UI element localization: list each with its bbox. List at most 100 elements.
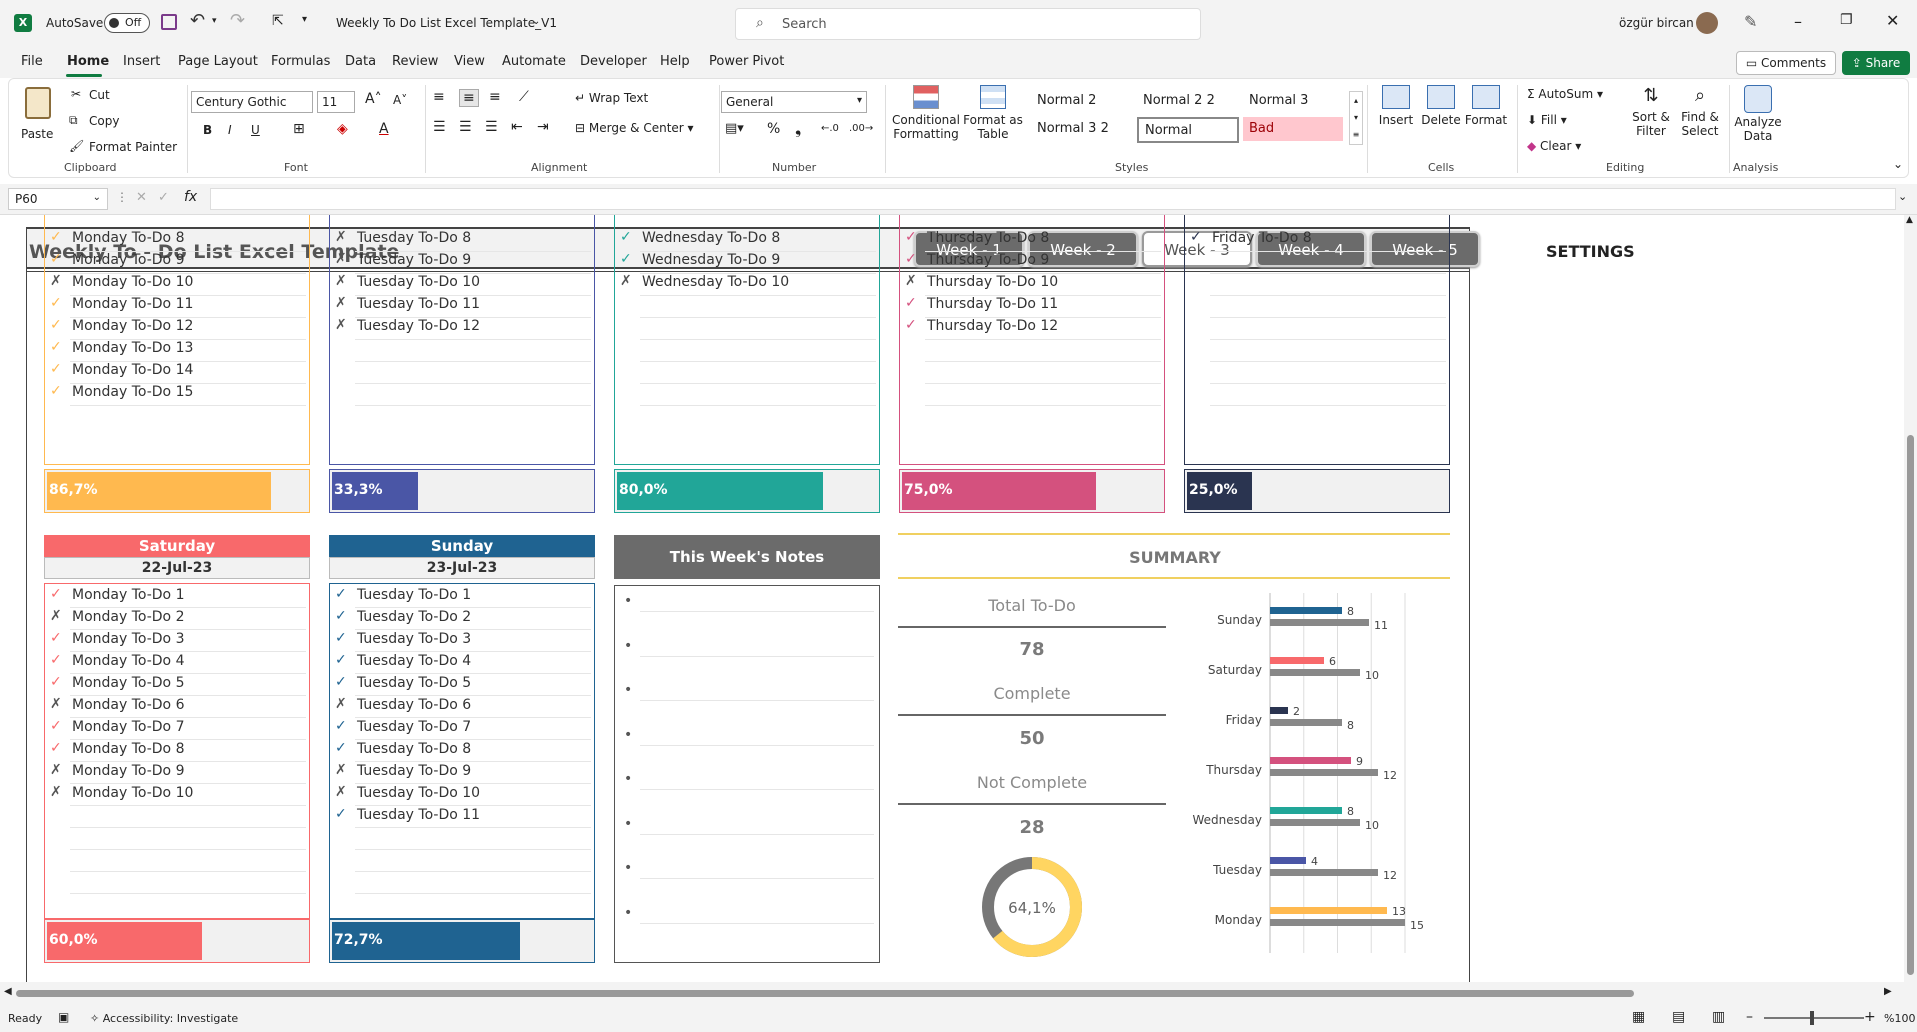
accessibility-button[interactable]: ✧ Accessibility: Investigate (90, 1012, 238, 1025)
normal-view-icon[interactable]: ▦ (1632, 1009, 1645, 1025)
check-icon[interactable]: ✓ (335, 630, 347, 646)
wrap-text-button[interactable]: ↵ Wrap Text (575, 91, 648, 105)
sunday-todo-item[interactable]: Tuesday To-Do 5 (357, 675, 471, 691)
cross-icon[interactable]: ✗ (335, 696, 347, 712)
orientation-icon[interactable]: ⟋ (519, 89, 529, 105)
style-normal[interactable]: Normal (1137, 117, 1239, 143)
macro-record-icon[interactable]: ▣ (58, 1010, 69, 1024)
menu-formulas[interactable]: Formulas (271, 54, 330, 69)
check-icon[interactable]: ✓ (50, 630, 62, 646)
cancel-icon[interactable]: ✕ (136, 190, 147, 205)
decrease-indent-icon[interactable]: ⇤ (511, 119, 523, 135)
autosum-button[interactable]: Σ AutoSum ▾ (1527, 87, 1603, 101)
share-button[interactable]: ⇪ Share (1842, 51, 1910, 75)
cross-icon[interactable]: ✗ (335, 229, 347, 245)
expand-formula-icon[interactable]: ⌄ (1898, 190, 1907, 203)
number-format-select[interactable]: General ▾ (721, 91, 867, 113)
zoom-slider[interactable] (1764, 1011, 1864, 1025)
bold-icon[interactable]: B (203, 123, 212, 137)
menu-view[interactable]: View (454, 54, 485, 69)
saturday-todo-item[interactable]: Monday To-Do 8 (72, 741, 184, 757)
cross-icon[interactable]: ✗ (50, 273, 62, 289)
cross-icon[interactable]: ✗ (50, 608, 62, 624)
sunday-todo-item[interactable]: Tuesday To-Do 8 (357, 741, 471, 757)
style-normal-2[interactable]: Normal 2 (1029, 89, 1131, 113)
saturday-todo-item[interactable]: Monday To-Do 6 (72, 697, 184, 713)
scroll-left-icon[interactable]: ◀ (4, 986, 12, 997)
search-box[interactable]: ⌕ Search (735, 8, 1201, 40)
saturday-todo-item[interactable]: Monday To-Do 2 (72, 609, 184, 625)
tuesday-todo-item[interactable]: Tuesday To-Do 9 (357, 252, 471, 268)
thursday-todo-item[interactable]: Thursday To-Do 12 (927, 318, 1058, 334)
undo-icon[interactable]: ↶ (190, 10, 205, 31)
friday-todo-item[interactable]: Friday To-Do 8 (1212, 230, 1312, 246)
style-normal-3-2[interactable]: Normal 3 2 (1029, 117, 1131, 141)
monday-todo-item[interactable]: Monday To-Do 14 (72, 362, 193, 378)
collapse-ribbon-icon[interactable]: ⌄ (1893, 157, 1903, 171)
italic-icon[interactable]: I (228, 123, 232, 137)
merge-center-button[interactable]: ⊟ Merge & Center ▾ (575, 121, 694, 135)
insert-cells-button[interactable]: Insert (1375, 85, 1417, 155)
pen-icon[interactable]: ✎ (1744, 12, 1757, 31)
wednesday-todo-item[interactable]: Wednesday To-Do 8 (642, 230, 780, 246)
cross-icon[interactable]: ✗ (620, 273, 632, 289)
save-icon[interactable] (161, 14, 177, 30)
cross-icon[interactable]: ✗ (335, 784, 347, 800)
wednesday-todo-item[interactable]: Wednesday To-Do 9 (642, 252, 780, 268)
sunday-todo-item[interactable]: Tuesday To-Do 11 (357, 807, 480, 823)
page-break-view-icon[interactable]: ▥ (1712, 1009, 1725, 1025)
pointer-icon[interactable]: ⇱ (272, 13, 284, 29)
comma-icon[interactable]: ❟ (795, 119, 801, 139)
align-top-icon[interactable]: ≡ (433, 89, 445, 105)
vertical-scroll-thumb[interactable] (1907, 435, 1914, 975)
insert-function-icon[interactable]: fx (184, 189, 197, 205)
paste-button[interactable]: Paste (19, 85, 59, 155)
saturday-todo-item[interactable]: Monday To-Do 3 (72, 631, 184, 647)
sort-filter-button[interactable]: ⇅ Sort & Filter (1627, 85, 1675, 155)
cross-icon[interactable]: ✗ (50, 784, 62, 800)
check-icon[interactable]: ✓ (905, 229, 917, 245)
menu-developer[interactable]: Developer (580, 54, 647, 69)
menu-home[interactable]: Home (67, 54, 109, 69)
find-select-button[interactable]: ⌕ Find & Select (1675, 85, 1725, 155)
cross-icon[interactable]: ✗ (335, 273, 347, 289)
friday-todo-panel[interactable] (1184, 215, 1450, 465)
styles-scroll[interactable]: ▴ ▾ ≡ (1349, 91, 1363, 145)
check-icon[interactable]: ✓ (50, 383, 62, 399)
align-left-icon[interactable]: ☰ (433, 119, 446, 135)
cross-icon[interactable]: ✗ (335, 251, 347, 267)
scroll-right-icon[interactable]: ▶ (1884, 986, 1892, 997)
fill-button[interactable]: ⬇ Fill ▾ (1527, 113, 1567, 127)
check-icon[interactable]: ✓ (1190, 229, 1202, 245)
underline-icon[interactable]: U (251, 123, 260, 137)
align-middle-icon[interactable]: ≡ (459, 89, 479, 107)
align-center-icon[interactable]: ☰ (459, 119, 472, 135)
saturday-todo-item[interactable]: Monday To-Do 7 (72, 719, 184, 735)
check-icon[interactable]: ✓ (335, 652, 347, 668)
check-icon[interactable]: ✓ (50, 317, 62, 333)
menu-help[interactable]: Help (660, 54, 690, 69)
enter-icon[interactable]: ✓ (158, 190, 169, 205)
check-icon[interactable]: ✓ (335, 740, 347, 756)
tuesday-todo-item[interactable]: Tuesday To-Do 10 (357, 274, 480, 290)
monday-todo-item[interactable]: Monday To-Do 10 (72, 274, 193, 290)
check-icon[interactable]: ✓ (50, 361, 62, 377)
zoom-level[interactable]: %100 (1884, 1012, 1915, 1025)
check-icon[interactable]: ✓ (50, 586, 62, 602)
borders-icon[interactable]: ⊞ (293, 121, 305, 137)
cross-icon[interactable]: ✗ (50, 696, 62, 712)
conditional-formatting-button[interactable]: Conditional Formatting (891, 85, 961, 155)
notes-panel[interactable] (614, 585, 880, 963)
style-bad[interactable]: Bad (1243, 117, 1343, 141)
font-name-select[interactable]: Century Gothic (191, 91, 313, 113)
sunday-todo-item[interactable]: Tuesday To-Do 1 (357, 587, 471, 603)
cross-icon[interactable]: ✗ (905, 273, 917, 289)
currency-icon[interactable]: ▤▾ (725, 121, 744, 136)
increase-font-icon[interactable]: A˄ (365, 91, 382, 107)
check-icon[interactable]: ✓ (50, 295, 62, 311)
scroll-up-icon[interactable]: ▲ (1906, 215, 1913, 225)
monday-todo-item[interactable]: Monday To-Do 15 (72, 384, 193, 400)
monday-todo-item[interactable]: Monday To-Do 8 (72, 230, 184, 246)
check-icon[interactable]: ✓ (335, 608, 347, 624)
style-normal-2-2[interactable]: Normal 2 2 (1135, 89, 1237, 113)
